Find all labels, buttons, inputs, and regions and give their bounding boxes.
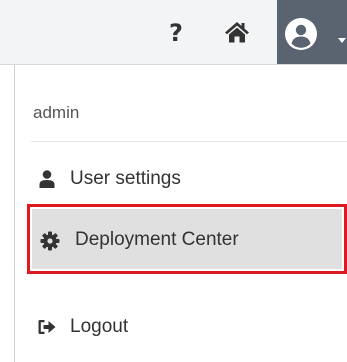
user-circle-icon (285, 18, 317, 50)
menu-item-user-settings[interactable]: User settings (15, 156, 347, 202)
menu-item-label: User settings (70, 168, 181, 189)
dropdown-username: admin (33, 103, 80, 122)
menu-item-label: Logout (70, 316, 129, 337)
question-icon[interactable]: ? (167, 20, 185, 46)
dropdown-divider (31, 141, 347, 142)
menu-item-logout[interactable]: Logout (15, 304, 347, 350)
screen: ? admin User settings Deployment Center … (0, 0, 347, 362)
menu-item-deployment-center[interactable]: Deployment Center (27, 204, 347, 274)
sign-out-icon (38, 320, 56, 334)
caret-down-icon (338, 38, 346, 43)
user-icon (39, 170, 55, 188)
menu-item-label: Deployment Center (75, 229, 239, 250)
home-icon[interactable] (224, 20, 250, 44)
user-menu-toggle[interactable] (277, 0, 347, 64)
user-dropdown-menu: admin User settings Deployment Center Lo… (14, 65, 347, 362)
top-navbar: ? (0, 0, 347, 64)
menu-item-hover-background: Deployment Center (32, 209, 342, 269)
cog-icon (40, 231, 60, 251)
